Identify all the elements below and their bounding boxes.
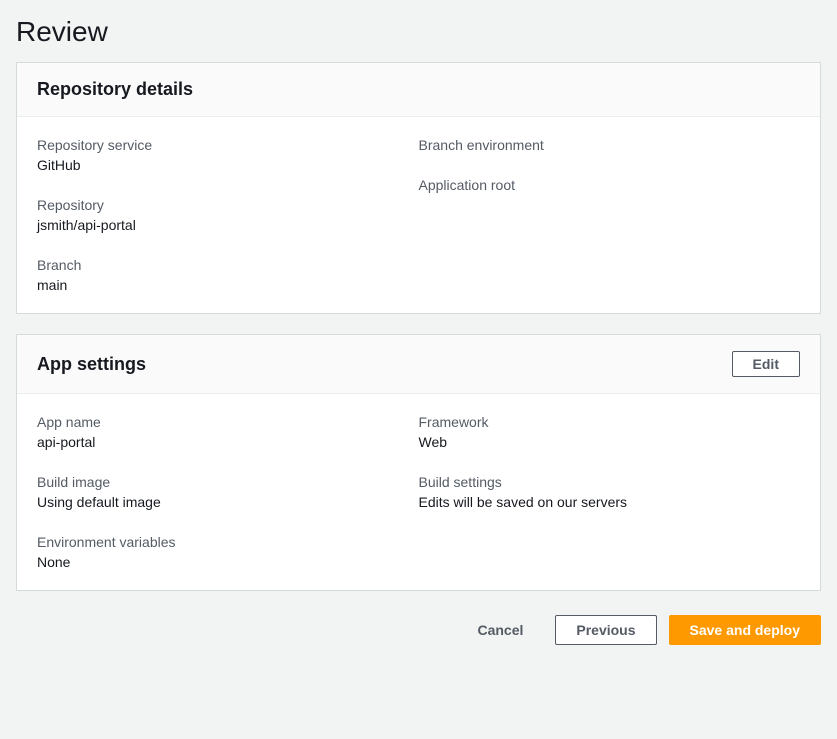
repository-field: Repository jsmith/api-portal	[37, 197, 419, 233]
branch-field: Branch main	[37, 257, 419, 293]
framework-label: Framework	[419, 414, 801, 430]
app-settings-header: App settings Edit	[17, 335, 820, 394]
repository-service-field: Repository service GitHub	[37, 137, 419, 173]
build-image-label: Build image	[37, 474, 419, 490]
repository-details-left-column: Repository service GitHub Repository jsm…	[37, 137, 419, 293]
repository-service-label: Repository service	[37, 137, 419, 153]
app-settings-heading: App settings	[37, 354, 146, 375]
repository-details-heading: Repository details	[37, 79, 193, 100]
branch-environment-field: Branch environment	[419, 137, 801, 153]
build-image-field: Build image Using default image	[37, 474, 419, 510]
repository-label: Repository	[37, 197, 419, 213]
app-name-field: App name api-portal	[37, 414, 419, 450]
app-settings-left-column: App name api-portal Build image Using de…	[37, 414, 419, 570]
env-vars-field: Environment variables None	[37, 534, 419, 570]
previous-button[interactable]: Previous	[555, 615, 656, 645]
footer-actions: Cancel Previous Save and deploy	[16, 611, 821, 649]
framework-field: Framework Web	[419, 414, 801, 450]
application-root-field: Application root	[419, 177, 801, 193]
edit-button[interactable]: Edit	[732, 351, 800, 377]
repository-details-header: Repository details	[17, 63, 820, 117]
branch-label: Branch	[37, 257, 419, 273]
build-image-value: Using default image	[37, 494, 419, 510]
app-settings-body: App name api-portal Build image Using de…	[17, 394, 820, 590]
repository-service-value: GitHub	[37, 157, 419, 173]
app-name-label: App name	[37, 414, 419, 430]
repository-details-panel: Repository details Repository service Gi…	[16, 62, 821, 314]
app-settings-right-column: Framework Web Build settings Edits will …	[419, 414, 801, 570]
repository-value: jsmith/api-portal	[37, 217, 419, 233]
application-root-label: Application root	[419, 177, 801, 193]
env-vars-value: None	[37, 554, 419, 570]
app-name-value: api-portal	[37, 434, 419, 450]
branch-value: main	[37, 277, 419, 293]
save-and-deploy-button[interactable]: Save and deploy	[669, 615, 821, 645]
env-vars-label: Environment variables	[37, 534, 419, 550]
build-settings-value: Edits will be saved on our servers	[419, 494, 801, 510]
build-settings-label: Build settings	[419, 474, 801, 490]
framework-value: Web	[419, 434, 801, 450]
page-title: Review	[16, 16, 821, 48]
cancel-button[interactable]: Cancel	[457, 616, 543, 644]
build-settings-field: Build settings Edits will be saved on ou…	[419, 474, 801, 510]
repository-details-body: Repository service GitHub Repository jsm…	[17, 117, 820, 313]
branch-environment-label: Branch environment	[419, 137, 801, 153]
app-settings-panel: App settings Edit App name api-portal Bu…	[16, 334, 821, 591]
repository-details-right-column: Branch environment Application root	[419, 137, 801, 293]
